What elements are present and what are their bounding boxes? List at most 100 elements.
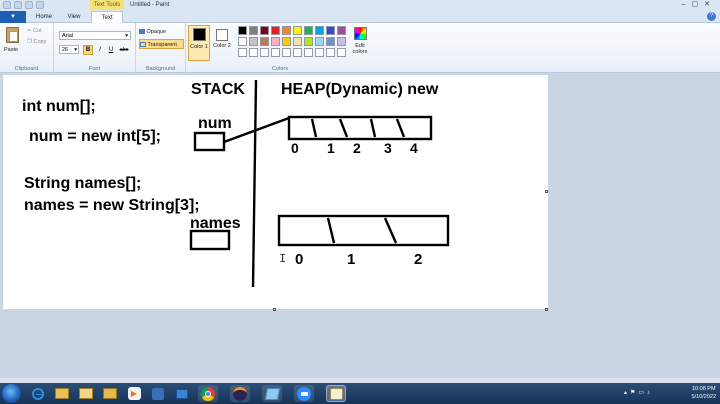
file-menu-button[interactable]: ▼ (0, 11, 26, 23)
palette-swatch[interactable] (304, 26, 313, 35)
paint-taskbar-icon[interactable] (326, 385, 346, 402)
color-wheel-icon (354, 27, 367, 40)
palette-swatch[interactable] (271, 48, 280, 57)
num-index-3: 3 (384, 140, 392, 156)
palette-swatch[interactable] (271, 37, 280, 46)
opaque-option[interactable]: Opaque (139, 28, 183, 37)
palette-swatch[interactable] (304, 37, 313, 46)
clock[interactable]: 10:08 PM 5/10/2022 (692, 385, 716, 401)
palette-swatch[interactable] (260, 37, 269, 46)
num-array-divider (395, 118, 406, 138)
font-size-select[interactable]: 26 ▾ (59, 45, 79, 54)
cut-button[interactable]: ✂ Cut (27, 28, 42, 34)
num-index-4: 4 (410, 140, 418, 156)
copy-button[interactable]: ❐ Copy (27, 39, 46, 45)
palette-swatch[interactable] (315, 37, 324, 46)
palette-swatch[interactable] (238, 37, 247, 46)
palette-swatch[interactable] (260, 48, 269, 57)
documents-icon[interactable] (76, 385, 96, 402)
background-group-label: Background (145, 66, 176, 72)
palette-swatch[interactable] (238, 48, 247, 57)
palette-swatch[interactable] (326, 48, 335, 57)
zoom-icon[interactable] (294, 385, 314, 402)
color1-label: Color 1 (190, 44, 208, 50)
eclipse-icon[interactable] (230, 385, 250, 402)
system-tray-icons[interactable]: ▴⚑▭♪ (624, 389, 653, 396)
num-label: num (198, 115, 232, 132)
palette-swatch[interactable] (249, 37, 258, 46)
background-group: Opaque Transparent Background (136, 23, 186, 73)
palette-swatch[interactable] (326, 26, 335, 35)
redo-quick-icon[interactable] (36, 1, 44, 9)
palette-swatch[interactable] (293, 37, 302, 46)
palette-swatch[interactable] (304, 48, 313, 57)
colors-group: Color 1 Color 2 Edit colors Colors (186, 23, 374, 73)
edit-colors-label: Edit colors (352, 43, 368, 55)
italic-button[interactable]: I (95, 45, 105, 55)
paint-window: Text Tools Untitled - Paint –▢✕ ▼ Home V… (0, 0, 720, 404)
transparent-option[interactable]: Transparent (139, 39, 184, 49)
palette-swatch[interactable] (249, 48, 258, 57)
undo-quick-icon[interactable] (25, 1, 33, 9)
resize-handle-corner[interactable] (545, 308, 548, 311)
font-family-select[interactable]: Arial ▾ (59, 31, 131, 40)
palette-swatch[interactable] (315, 26, 324, 35)
window-title: Untitled - Paint (130, 2, 170, 8)
color2-swatch (216, 29, 228, 41)
bold-button[interactable]: B (83, 45, 93, 55)
num-index-1: 1 (327, 140, 335, 156)
edit-colors-button[interactable]: Edit colors (348, 25, 372, 61)
tab-view[interactable]: View (60, 11, 88, 23)
palette-swatch[interactable] (326, 37, 335, 46)
notepad-icon[interactable] (262, 385, 282, 402)
save-quick-icon[interactable] (14, 1, 22, 9)
code-line-1: int num[]; (22, 98, 96, 115)
paint-app-icon[interactable] (3, 1, 11, 9)
start-button[interactable] (2, 384, 21, 403)
palette-swatch[interactable] (249, 26, 258, 35)
palette-swatch[interactable] (282, 48, 291, 57)
drawing-canvas[interactable]: STACK HEAP(Dynamic) new int num[]; num =… (3, 75, 548, 309)
color2-label: Color 2 (213, 43, 231, 49)
palette-swatch[interactable] (337, 48, 346, 57)
color1-button[interactable]: Color 1 (188, 25, 210, 61)
palette-swatch[interactable] (337, 37, 346, 46)
chrome-icon[interactable] (198, 385, 218, 402)
palette-swatch[interactable] (293, 26, 302, 35)
names-stack-box (189, 229, 231, 251)
code-line-3: String names[]; (24, 175, 141, 192)
color2-button[interactable]: Color 2 (212, 25, 234, 61)
paste-button[interactable]: Paste (4, 26, 21, 53)
palette-swatch[interactable] (315, 48, 324, 57)
palette-swatch[interactable] (282, 37, 291, 46)
tab-home[interactable]: Home (30, 11, 58, 23)
palette-swatch[interactable] (293, 48, 302, 57)
copy-label: Copy (33, 39, 47, 45)
ie-icon[interactable] (28, 385, 48, 402)
num-stack-box (193, 131, 226, 152)
tab-text[interactable]: Text (91, 11, 123, 23)
help-icon[interactable]: ? (707, 12, 716, 21)
num-array-divider (310, 118, 318, 138)
copy-icon: ❐ (27, 39, 32, 45)
palette-swatch[interactable] (337, 26, 346, 35)
resize-handle-right[interactable] (545, 190, 548, 193)
code-line-2: num = new int[5]; (29, 128, 161, 145)
code-line-4: names = new String[3]; (24, 197, 200, 214)
chevron-down-icon: ▾ (74, 47, 77, 53)
strikethrough-button[interactable]: abc (117, 45, 131, 55)
network-icon[interactable] (172, 385, 192, 402)
taskbar: ▶ ▴⚑▭♪ 10:08 PM 5/10/2022 (0, 383, 720, 404)
visio-icon[interactable] (148, 385, 168, 402)
palette-swatch[interactable] (260, 26, 269, 35)
palette-swatch[interactable] (282, 26, 291, 35)
media-player-icon[interactable]: ▶ (124, 385, 144, 402)
names-array-divider (326, 217, 336, 244)
folder-icon[interactable] (100, 385, 120, 402)
palette-swatch[interactable] (271, 26, 280, 35)
explorer-icon[interactable] (52, 385, 72, 402)
window-controls[interactable]: –▢✕ (682, 0, 716, 10)
palette-swatch[interactable] (238, 26, 247, 35)
underline-button[interactable]: U (106, 45, 116, 55)
resize-handle-bottom[interactable] (273, 308, 276, 311)
